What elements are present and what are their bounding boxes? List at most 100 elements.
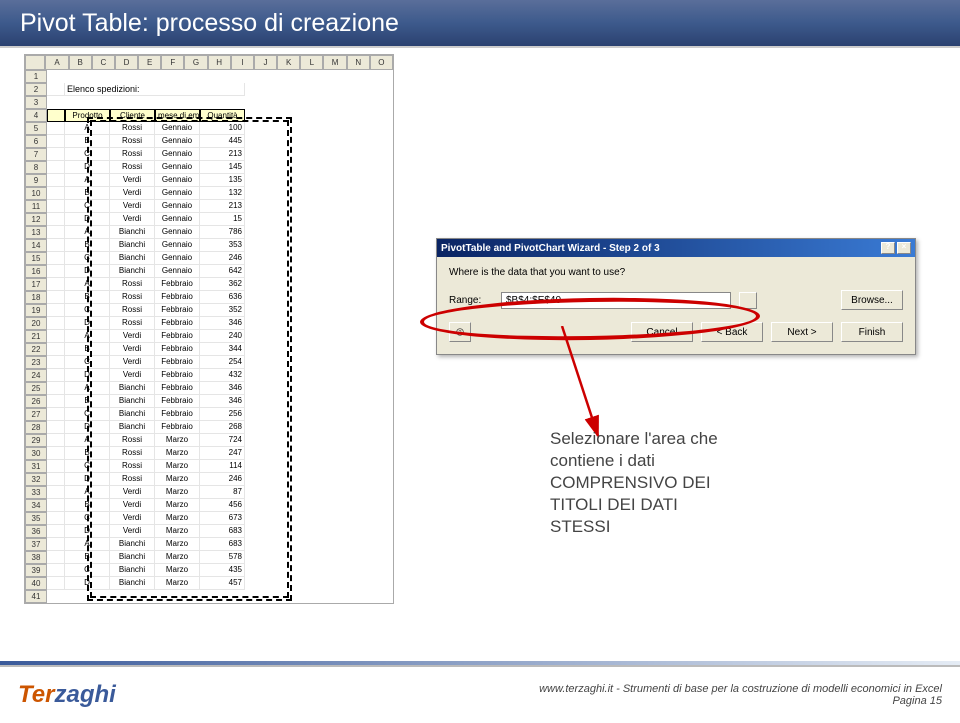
row-number: 12 [25,213,47,226]
dialog-prompt: Where is the data that you want to use? [449,267,903,278]
cells-area: Elenco spedizioni:ProdottoClientemese di… [47,70,393,603]
browse-button[interactable]: Browse... [841,290,903,310]
cell: Febbraio [155,278,200,291]
cell [47,161,65,174]
row-number: 10 [25,187,47,200]
cell: 247 [200,447,245,460]
next-button[interactable]: Next > [771,322,833,342]
cell: 246 [200,473,245,486]
cell: 352 [200,304,245,317]
cell [47,291,65,304]
row-number: 38 [25,551,47,564]
cell: Rossi [110,278,155,291]
cell: Marzo [155,512,200,525]
cell: 240 [200,330,245,343]
dialog-titlebar: PivotTable and PivotChart Wizard - Step … [437,239,915,257]
cell: 724 [200,434,245,447]
cell: Verdi [110,486,155,499]
cell: A [65,434,110,447]
cell: D [65,525,110,538]
cell [47,109,65,122]
cell [47,187,65,200]
cell [47,278,65,291]
row-number: 36 [25,525,47,538]
row-number: 24 [25,369,47,382]
cell [47,343,65,356]
cell: 445 [200,135,245,148]
cell: Verdi [110,213,155,226]
annotation-text: Selezionare l'area che contiene i dati C… [550,428,780,538]
column-header: G [184,55,207,70]
cell: 15 [200,213,245,226]
help-button[interactable]: ? [449,322,471,342]
dialog-close-button[interactable]: × [897,242,911,254]
row-number: 21 [25,330,47,343]
cell: 578 [200,551,245,564]
row-number: 4 [25,109,47,122]
cell: 673 [200,512,245,525]
cell: Marzo [155,499,200,512]
cell [47,226,65,239]
cell: 346 [200,382,245,395]
cell: Prodotto [65,109,110,122]
cell [47,304,65,317]
footer: Ter zaghi www.terzaghi.it - Strumenti di… [0,665,960,723]
cell: Rossi [110,317,155,330]
cell: Febbraio [155,382,200,395]
row-number: 20 [25,317,47,330]
cell: Rossi [110,460,155,473]
cell: Rossi [110,161,155,174]
row-number: 27 [25,408,47,421]
cell [47,395,65,408]
cell [47,369,65,382]
cell [47,135,65,148]
cell: Gennaio [155,213,200,226]
annotation-line: Selezionare l'area che [550,428,780,450]
cell: Rossi [110,447,155,460]
row-number: 22 [25,343,47,356]
finish-button[interactable]: Finish [841,322,903,342]
cell: Quantità [200,109,245,122]
cell: 457 [200,577,245,590]
footer-page: Pagina 15 [539,695,942,707]
cell [47,538,65,551]
cell: Marzo [155,577,200,590]
cell: Marzo [155,551,200,564]
cell: Cliente [110,109,155,122]
row-number: 41 [25,590,47,603]
cell: Verdi [110,330,155,343]
cell: Rossi [110,304,155,317]
logo-part2: zaghi [54,681,115,709]
cell: Verdi [110,512,155,525]
cell: 346 [200,395,245,408]
cell: Bianchi [110,265,155,278]
cell: Verdi [110,200,155,213]
back-button[interactable]: < Back [701,322,763,342]
row-number: 40 [25,577,47,590]
cell: D [65,421,110,434]
cancel-button[interactable]: Cancel [631,322,693,342]
range-picker-icon[interactable] [739,292,757,309]
cell [47,486,65,499]
cell [47,382,65,395]
cell: 344 [200,343,245,356]
cell: D [65,369,110,382]
row-number: 35 [25,512,47,525]
cell: B [65,447,110,460]
cell: Febbraio [155,330,200,343]
row-number: 8 [25,161,47,174]
cell: Marzo [155,525,200,538]
cell: Gennaio [155,265,200,278]
cell: 456 [200,499,245,512]
logo-part1: Ter [18,681,54,709]
cell [47,356,65,369]
range-input[interactable]: $B$4:$E$40 [501,292,731,309]
row-number: 11 [25,200,47,213]
row-number: 26 [25,395,47,408]
cell: C [65,200,110,213]
dialog-help-button[interactable]: ? [881,242,895,254]
cell: C [65,356,110,369]
cell: Febbraio [155,395,200,408]
cell: Febbraio [155,343,200,356]
cell: Verdi [110,174,155,187]
